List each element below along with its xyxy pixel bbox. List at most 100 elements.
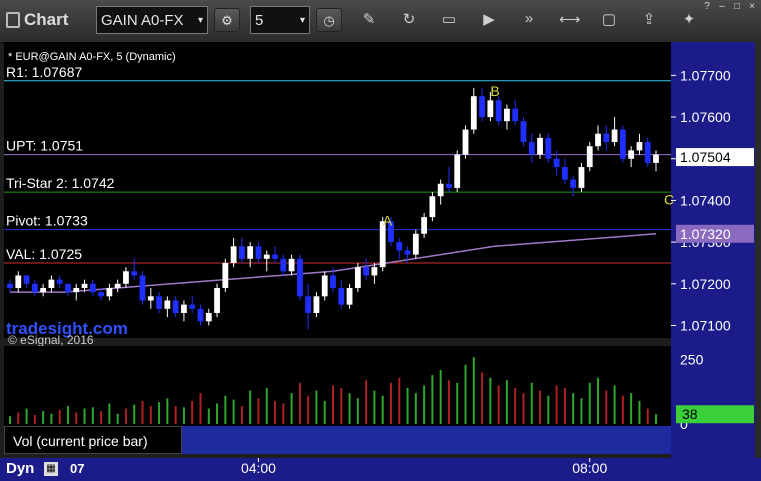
volume-bar-46 (389, 382, 392, 424)
volume-bar-26 (224, 395, 227, 424)
volume-tick-label-0: 250 (680, 352, 704, 368)
volume-bar-57 (481, 372, 484, 424)
candle-body-7 (65, 283, 71, 293)
candle-body-78 (653, 154, 659, 163)
volume-bar-0 (9, 416, 11, 424)
volume-bar-53 (447, 380, 450, 424)
volume-bar-77 (646, 408, 649, 424)
volume-bar-33 (282, 403, 285, 424)
volume-bar-12 (108, 403, 111, 424)
volume-bar-66 (555, 385, 558, 424)
time-tick-label-0: 04:00 (241, 460, 276, 476)
time-axis: Dyn ▦ 07 04:0008:0012:00 (0, 458, 761, 481)
candle-body-21 (181, 304, 187, 313)
candle-body-30 (255, 246, 262, 259)
ma-price-label: 1.07320 (680, 226, 731, 242)
volume-legend: Vol (current price bar)× (4, 426, 193, 454)
candle-body-35 (296, 258, 303, 297)
volume-bar-15 (133, 404, 136, 424)
volume-bar-14 (124, 408, 127, 424)
candle-body-36 (305, 296, 312, 313)
volume-bar-5 (50, 413, 53, 424)
volume-legend-strip (182, 426, 671, 454)
minimize-button[interactable]: – (715, 0, 729, 14)
current-price-label: 1.07504 (680, 149, 731, 165)
volume-bar-30 (257, 398, 260, 424)
interval-text: 5 (255, 12, 264, 29)
scrollbar[interactable] (755, 42, 761, 458)
copyright: © eSignal, 2016 (8, 333, 94, 346)
candle-body-40 (338, 287, 345, 305)
candle-body-5 (48, 279, 55, 288)
volume-background (4, 346, 671, 426)
volume-bar-60 (505, 380, 508, 424)
chart-title: * EUR@GAIN A0-FX, 5 (Dynamic) (8, 51, 176, 63)
symbol-dropdown-icon[interactable]: ▾ (198, 7, 203, 35)
volume-bar-24 (207, 408, 210, 424)
candle-body-59 (495, 100, 502, 122)
volume-bar-10 (91, 407, 94, 424)
settings-gear-icon[interactable]: ⚙ (214, 8, 240, 32)
get-icon[interactable]: ▭ (439, 10, 459, 28)
close-button[interactable]: × (745, 0, 759, 14)
volume-bar-35 (298, 382, 301, 424)
volume-bar-70 (588, 382, 591, 424)
price-chart[interactable]: R1: 1.07687 UPT: 1.0751 Tri-Star 2: 1.0742… (0, 42, 761, 346)
clock-icon[interactable]: ◷ (316, 8, 342, 32)
candle-body-55 (462, 129, 469, 155)
annotation-B: B (490, 83, 499, 99)
share-icon[interactable]: ⇪ (639, 10, 659, 28)
candle-body-29 (247, 246, 254, 259)
volume-bar-51 (431, 375, 434, 424)
refresh-icon[interactable]: ↻ (399, 10, 419, 28)
symbol-field[interactable]: GAIN A0-FX ▾ (96, 6, 208, 34)
candle-body-23 (197, 308, 204, 322)
level-label-0: R1: 1.07687 (6, 64, 82, 80)
candle-body-37 (313, 296, 320, 313)
chart-title: Chart (6, 10, 68, 30)
volume-bar-20 (174, 406, 177, 424)
help-button[interactable]: ? (700, 0, 714, 14)
volume-bar-72 (605, 390, 608, 424)
volume-bar-4 (42, 411, 45, 424)
pencil-icon[interactable]: ✎ (359, 10, 379, 28)
candle-body-53 (446, 183, 452, 188)
volume-bar-65 (547, 395, 550, 424)
candle-body-22 (189, 304, 196, 309)
volume-bar-63 (530, 382, 533, 424)
volume-bar-44 (373, 390, 376, 424)
volume-bar-29 (249, 390, 252, 424)
play-icon[interactable]: ▶ (479, 10, 499, 28)
volume-current-label: 38 (682, 406, 698, 422)
forward-icon[interactable]: » (519, 10, 539, 27)
volume-bar-75 (630, 393, 633, 424)
candle-body-54 (454, 154, 461, 188)
candle-body-9 (81, 283, 88, 288)
volume-bar-27 (232, 399, 235, 424)
price-tick-label-5: 1.07200 (680, 276, 731, 292)
candle-body-32 (272, 254, 278, 259)
twitter-icon[interactable]: ✦ (679, 10, 699, 28)
candle-body-50 (421, 217, 428, 234)
volume-bar-49 (414, 393, 417, 424)
level-label-1: UPT: 1.0751 (6, 138, 83, 154)
candle-body-66 (553, 158, 560, 168)
annotation-A: A (383, 212, 393, 228)
volume-bar-48 (406, 388, 409, 424)
candle-body-12 (106, 287, 113, 297)
candle-body-71 (595, 133, 601, 147)
volume-bar-2 (25, 408, 28, 424)
volume-bar-25 (216, 403, 219, 424)
candle-body-44 (371, 267, 378, 276)
interval-dropdown-icon[interactable]: ▾ (300, 7, 305, 35)
volume-bar-32 (274, 400, 277, 424)
maximize-button[interactable]: □ (730, 0, 744, 14)
candle-body-20 (172, 300, 179, 313)
chart-grip-icon[interactable] (6, 12, 20, 28)
volume-bar-54 (456, 382, 459, 424)
link-icon[interactable]: ⟷ (559, 10, 581, 28)
note-icon[interactable]: ▢ (599, 10, 619, 28)
interval-field[interactable]: 5 ▾ (250, 6, 310, 34)
volume-bar-19 (166, 398, 169, 424)
candle-body-72 (603, 133, 610, 143)
